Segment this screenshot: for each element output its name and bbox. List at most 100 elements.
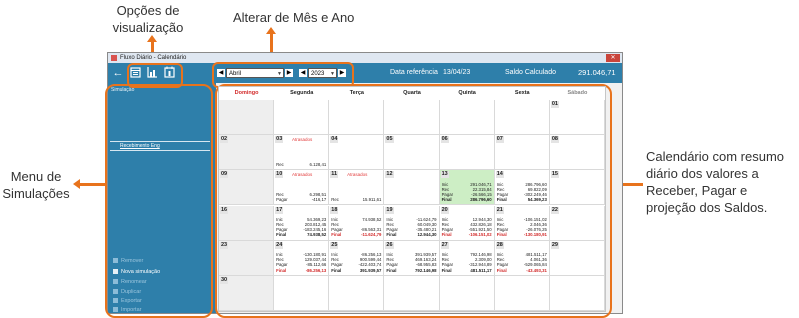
calendar-day-cell[interactable]: 21 Inic -106.151,02 Rec 2.046,36 Pagar -26.076… (494, 205, 550, 241)
summary-row: Final -11.624,79 (331, 232, 381, 237)
annotation-view-options-line1: Opções de (116, 3, 180, 18)
summary-value: 12.944,30 (417, 232, 437, 238)
summary-label: Final (441, 232, 452, 238)
calendar-day-cell[interactable]: 05 (384, 135, 440, 171)
annotation-calendar-desc-line4: projeção dos Saldos. (646, 200, 768, 215)
calendar-day-cell[interactable]: 06 (439, 135, 495, 171)
calculated-balance-label: Saldo Calculado (505, 69, 556, 76)
calendar-day-cell[interactable]: 11 Atrasados Rec 15.911,61 (329, 170, 385, 206)
summary-label: Final (386, 232, 397, 238)
month-year-arrowhead-up (266, 27, 276, 34)
calendar-day-cell[interactable]: 10 Atrasados Rec 6.298,51 Pagar -416,17 (274, 170, 330, 206)
reference-date-label: Data referência (390, 69, 438, 76)
calendar-day-cell[interactable]: 16 (219, 205, 275, 241)
annotation-calendar-desc-line3: Receber, Pagar e (646, 183, 748, 198)
day-number: 15 (550, 171, 559, 179)
summary-value: 792.146,98 (415, 267, 437, 273)
sidebar-highlight (105, 84, 213, 318)
summary-label: Final (496, 197, 507, 203)
calendar-day-cell[interactable]: 24 Inic -130.180,91 Rec 129.037,44 Pagar -85.1… (274, 240, 330, 276)
summary-value: -86.256,13 (305, 267, 327, 273)
summary-value: 74.938,52 (307, 232, 327, 238)
day-summary: Rec 6.128,41 (276, 162, 326, 167)
summary-row: Final 792.146,98 (386, 268, 436, 273)
calendar-day-cell (494, 275, 550, 311)
weekday-header: Domingo (234, 90, 259, 96)
summary-value: 391.939,57 (359, 267, 382, 273)
calendar-day-cell (219, 100, 275, 136)
calendar-day-cell[interactable]: 03 Atrasados Rec 6.128,41 (274, 135, 330, 171)
summary-label: Final (331, 267, 342, 273)
day-summary: Inic 286.796,60 Rec 69.822,09 Pagar -302.249,… (497, 182, 547, 203)
calendar-day-cell[interactable]: 08 (549, 135, 605, 171)
calendar-day-cell[interactable]: 01 (549, 100, 605, 136)
day-number: 13 (440, 171, 449, 179)
summary-row: Final -106.151,02 (442, 232, 492, 237)
calendar-day-cell[interactable]: 12 (384, 170, 440, 206)
day-number: 05 (385, 136, 394, 144)
overdue-label: Atrasados (292, 137, 313, 143)
day-number: 02 (220, 136, 229, 144)
summary-label: Rec (276, 162, 284, 168)
calendar-day-cell[interactable]: 20 Inic 12.944,30 Rec 432.826,18 Pagar -551.92… (439, 205, 495, 241)
day-summary: Inic -106.151,02 Rec 2.046,36 Pagar -26.076,2… (497, 217, 547, 238)
calendar-day-cell[interactable]: 07 (494, 135, 550, 171)
summary-row: Final 481.511,17 (442, 268, 492, 273)
calendar-day-cell[interactable]: 14 Inic 286.796,60 Rec 69.822,09 Pagar -302.24… (494, 170, 550, 206)
day-number: 11 (330, 171, 339, 179)
summary-value: 6.128,41 (309, 162, 327, 168)
calendar-day-cell[interactable]: 04 (329, 135, 385, 171)
calendar-day-cell[interactable]: 30 (219, 275, 275, 311)
day-summary: Inic 74.938,52 Rec Pagar -86.563,31 Final -11.… (331, 217, 381, 238)
calendar-day-cell[interactable]: 28 Inic 481.511,17 Rec 4.061,36 Pagar -529.065… (494, 240, 550, 276)
calendar-day-cell (274, 100, 330, 136)
calendar-day-cell[interactable]: 26 Inic 391.939,57 Rec 469.163,24 Pagar -68.95… (384, 240, 440, 276)
summary-value: 286.796,60 (470, 197, 492, 203)
calendar-day-cell[interactable]: 02 (219, 135, 275, 171)
day-number: 14 (495, 171, 504, 179)
day-number: 08 (550, 136, 559, 144)
close-button[interactable]: ✕ (606, 54, 620, 62)
calendar-day-cell[interactable]: 25 Inic -86.256,13 Rec 900.599,44 Pagar -422.4… (329, 240, 385, 276)
calendar-day-cell[interactable]: 19 Inic -11.624,79 Rec 60.049,30 Pagar -35.480… (384, 205, 440, 241)
day-number: 04 (330, 136, 339, 144)
day-number: 29 (550, 241, 559, 249)
calendar-day-cell[interactable]: 09 (219, 170, 275, 206)
calendar-day-cell[interactable]: 27 Inic 792.146,98 Rec 2.309,00 Pagar -312.944… (439, 240, 495, 276)
calendar-day-cell[interactable]: 17 Inic 54.369,23 Rec 203.812,45 Pagar -183.24… (274, 205, 330, 241)
day-summary: Rec 15.911,61 (331, 197, 381, 202)
summary-row: Rec 15.911,61 (331, 197, 381, 202)
summary-row: Final -43.493,31 (497, 268, 547, 273)
annotation-simulation-menu-line2: Simulações (2, 186, 70, 201)
summary-row: Final -130.180,91 (497, 232, 547, 237)
calendar-day-cell[interactable]: 22 (549, 205, 605, 241)
calendar-day-cell[interactable]: 29 (549, 240, 605, 276)
day-number: 23 (220, 241, 229, 249)
summary-row: Final 286.796,60 (442, 197, 492, 202)
day-number: 06 (440, 136, 449, 144)
summary-value: -11.624,79 (361, 232, 382, 238)
calendar-day-cell[interactable]: 23 (219, 240, 275, 276)
day-summary: Inic 12.944,30 Rec 432.826,18 Pagar -551.921,… (442, 217, 492, 238)
day-number: 10 (275, 171, 284, 179)
annotation-calendar-desc: Calendário com resumo diário dos valores… (646, 148, 798, 216)
app-icon (111, 55, 117, 61)
back-arrow-icon[interactable]: ← (112, 66, 124, 80)
summary-row: Final 54.369,23 (497, 197, 547, 202)
summary-value: 481.511,17 (470, 267, 492, 273)
day-number: 18 (330, 206, 339, 214)
summary-value: -43.493,31 (526, 267, 547, 273)
day-number: 22 (550, 206, 559, 214)
calendar-day-cell[interactable]: 15 (549, 170, 605, 206)
day-summary: Inic -86.256,13 Rec 900.599,44 Pagar -422.403… (331, 252, 381, 273)
summary-label: Final (496, 232, 507, 238)
toolbar: ← ◀ Abril ▼ ▶ ◀ 2023 ▼ ▶ Data referência… (108, 63, 622, 83)
calendar-day-cell[interactable]: 18 Inic 74.938,52 Rec Pagar -86.563,31 Final -1… (329, 205, 385, 241)
calendar-day-cell (384, 275, 440, 311)
day-number: 09 (220, 171, 229, 179)
day-number: 20 (440, 206, 449, 214)
calculated-balance-value: 291.046,71 (578, 68, 616, 77)
title-bar: Fluxo Diário - Calendário ✕ (108, 53, 622, 63)
calendar-day-cell[interactable]: 13 Inic 291.046,71 Rec 22.315,84 Pagar -26.566… (439, 170, 495, 206)
view-options-arrowhead (147, 35, 157, 42)
